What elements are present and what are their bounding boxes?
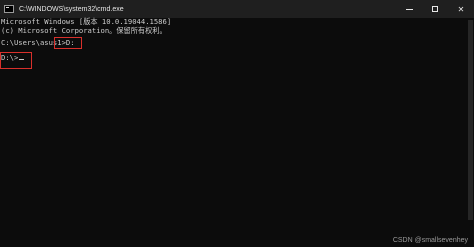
cmd-window: C:\WINDOWS\system32\cmd.exe ✕ Microsoft … (0, 0, 474, 247)
command-highlight-box (54, 37, 82, 49)
window-controls: ✕ (396, 0, 474, 18)
scrollbar[interactable] (466, 18, 474, 247)
window-title: C:\WINDOWS\system32\cmd.exe (19, 5, 124, 13)
minimize-icon (405, 8, 413, 10)
scrollbar-thumb[interactable] (468, 20, 473, 220)
cmd-icon[interactable] (4, 5, 14, 13)
console-line-copyright: (c) Microsoft Corporation。保留所有权利。 (1, 25, 167, 35)
console-output[interactable]: Microsoft Windows [版本 10.0.19044.1586] (… (0, 17, 474, 247)
close-icon: ✕ (457, 4, 465, 14)
close-button[interactable]: ✕ (448, 0, 474, 18)
minimize-button[interactable] (396, 0, 422, 18)
prompt-highlight-box (0, 52, 32, 69)
watermark: CSDN @smallsevenhey (392, 237, 468, 244)
maximize-icon (432, 6, 438, 12)
title-bar[interactable]: C:\WINDOWS\system32\cmd.exe ✕ (0, 0, 474, 18)
maximize-button[interactable] (422, 0, 448, 18)
